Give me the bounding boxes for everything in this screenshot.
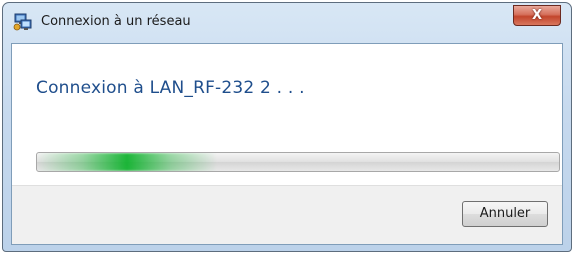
dialog-content: Connexion à LAN_RF-232 2 . . . Annuler	[11, 43, 563, 245]
progress-bar	[36, 152, 560, 172]
dialog-window: Connexion à un réseau X Connexion à LAN_…	[2, 2, 572, 252]
connection-status-heading: Connexion à LAN_RF-232 2 . . .	[36, 78, 305, 98]
close-button[interactable]: X	[513, 5, 561, 26]
title-bar[interactable]: Connexion à un réseau X	[3, 3, 571, 43]
window-title: Connexion à un réseau	[41, 14, 191, 29]
dialog-footer: Annuler	[12, 185, 562, 244]
cancel-button[interactable]: Annuler	[462, 201, 548, 227]
progress-marquee	[37, 153, 217, 171]
network-connection-icon	[13, 12, 33, 32]
